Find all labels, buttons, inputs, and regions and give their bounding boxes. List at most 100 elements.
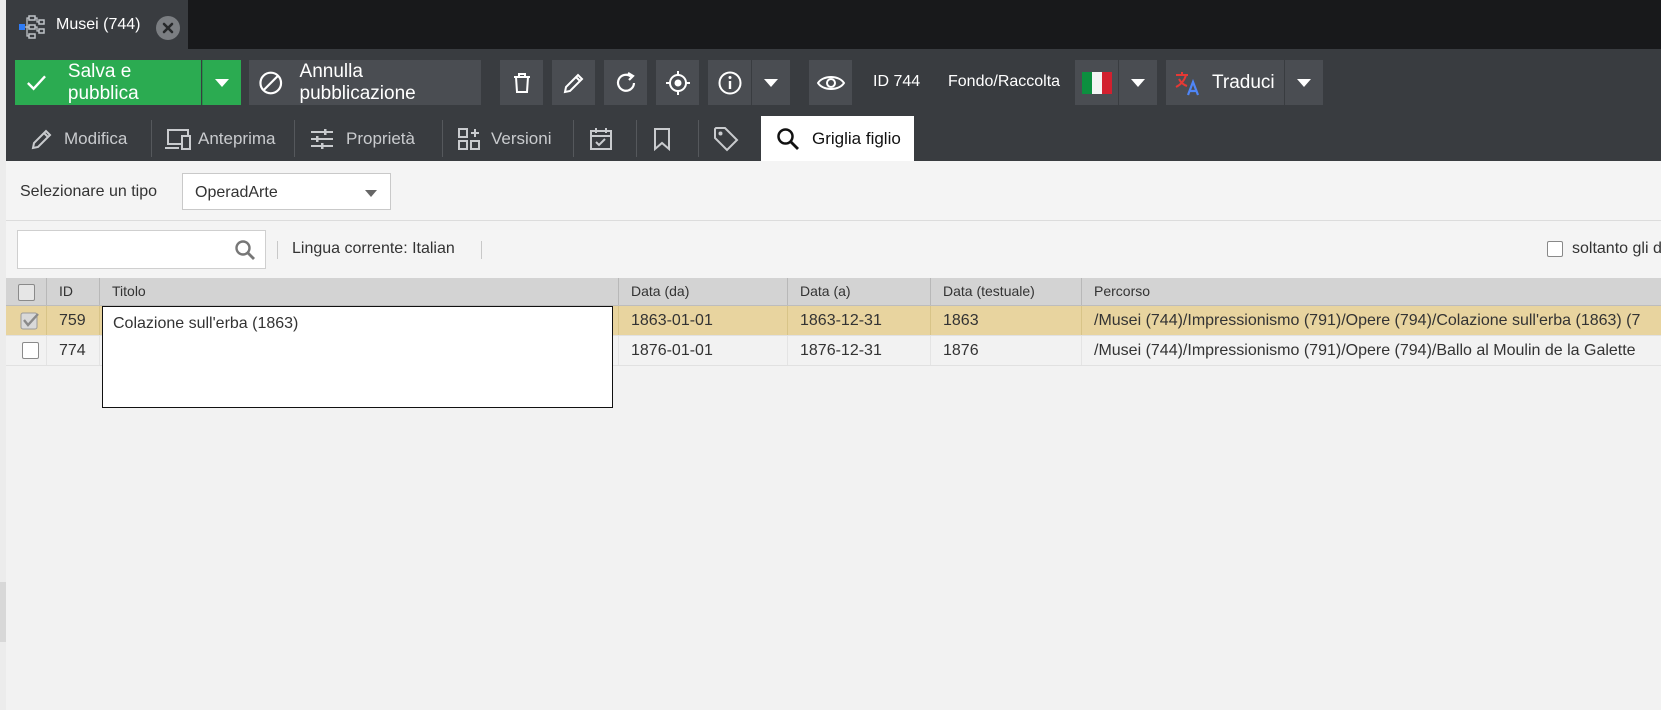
tab-griglia-figlio-label: Griglia figlio [812,128,901,148]
column-header-data-da[interactable]: Data (da) [619,278,788,305]
eye-icon [816,75,845,90]
column-header-titolo[interactable]: Titolo [100,278,619,305]
select-all-checkbox[interactable] [18,284,35,301]
cell-data-a: 1863-12-31 [788,306,931,335]
row-checkbox-checked[interactable] [20,311,40,331]
unpublish-button[interactable]: Annulla pubblicazione [249,60,481,105]
caret-down-icon [1131,78,1145,87]
language-dropdown[interactable] [1119,60,1157,105]
main-toolbar: Salva e pubblica Annulla pubblicazione I… [6,49,1661,116]
column-header-percorso[interactable]: Percorso [1082,278,1661,305]
type-select[interactable]: OperadArte [182,173,391,210]
cell-id: 774 [47,336,100,365]
only-filter-checkbox[interactable] [1547,241,1563,257]
unpublish-label: Annulla pubblicazione [299,60,416,104]
type-select-value: OperadArte [195,184,278,201]
tab-anteprima-label: Anteprima [198,128,276,148]
locate-button[interactable] [656,60,699,105]
info-button[interactable] [708,60,751,105]
preview-button[interactable] [809,60,852,105]
cell-percorso: /Musei (744)/Impressionismo (791)/Opere … [1094,342,1636,359]
tab-proprieta[interactable]: Proprietà [310,116,415,161]
bookmark-icon [654,127,670,151]
italian-flag-icon [1081,71,1112,94]
edit-button[interactable] [552,60,595,105]
tab-modifica[interactable]: Modifica [30,116,127,161]
cell-data-a: 1876-12-31 [788,336,931,365]
current-language-label: Lingua corrente: Italian [292,240,455,257]
caret-down-icon [365,190,377,197]
translate-icon [1175,71,1200,95]
cell-percorso: /Musei (744)/Impressionismo (791)/Opere … [1094,312,1641,329]
tab-divider [698,120,699,157]
tab-anteprima[interactable]: Anteprima [164,116,275,161]
save-publish-label: Salva e pubblica [67,60,139,104]
refresh-button[interactable] [604,60,647,105]
document-tab[interactable]: Musei (744) [6,0,188,49]
cell-id: 759 [47,306,100,335]
tab-versioni[interactable]: Versioni [457,116,551,161]
tab-divider [151,120,152,157]
document-id-label: ID 744 [873,73,921,90]
save-options-dropdown[interactable] [202,60,241,105]
cell-data-testuale: 1863 [931,306,1082,335]
crosshair-icon [665,70,690,95]
info-icon [718,71,741,94]
translate-button[interactable]: Traduci [1166,60,1284,105]
tab-tag[interactable] [713,116,739,161]
refresh-icon [616,71,635,92]
tag-icon [714,126,739,151]
devices-icon [165,128,191,150]
search-input[interactable] [17,230,266,269]
type-selector-label: Selezionare un tipo [20,183,157,200]
language-button[interactable] [1075,60,1118,105]
ban-icon [259,71,283,94]
fondo-raccolta-label: Fondo/Raccolta [948,73,1061,90]
tab-modifica-label: Modifica [64,128,128,148]
row-select-cell [6,336,47,365]
column-header-data-testuale[interactable]: Data (testuale) [931,278,1082,305]
column-header-data-a[interactable]: Data (a) [788,278,931,305]
row-select-cell [6,306,47,335]
translate-dropdown[interactable] [1285,60,1323,105]
search-icon[interactable] [234,239,256,261]
document-tab-bar: Musei (744) [6,0,1661,49]
row-checkbox[interactable] [22,342,39,359]
only-filter-label: soltanto gli d [1572,240,1661,257]
title-cell-editor-text: Colazione sull'erba (1863) [113,315,299,332]
grid-header: ID Titolo Data (da) Data (a) Data (testu… [6,278,1661,306]
tab-divider [442,120,443,157]
grid-plus-icon [458,127,480,150]
delete-button[interactable] [500,60,543,105]
close-icon[interactable] [156,16,180,40]
divider [277,241,278,259]
caret-down-icon [764,78,778,87]
tab-calendar[interactable] [589,116,613,161]
check-icon [27,75,46,90]
tab-versioni-label: Versioni [491,128,552,148]
grid-search-bar: Lingua corrente: Italian soltanto gli d [6,221,1661,278]
sliders-icon [311,128,333,149]
divider [481,241,482,259]
panel-resize-handle[interactable] [0,582,6,642]
caret-down-icon [215,78,229,87]
pencil-icon [31,129,52,149]
column-header-id[interactable]: ID [47,278,100,305]
select-all-cell [6,278,47,305]
editor-tabs: Modifica Anteprima Proprietà Versioni Gr… [6,116,1661,161]
info-dropdown[interactable] [752,60,790,105]
trash-icon [513,72,530,93]
tab-griglia-figlio[interactable]: Griglia figlio [761,116,914,161]
search-icon [777,127,799,150]
cell-data-testuale: 1876 [931,336,1082,365]
title-cell-editor[interactable]: Colazione sull'erba (1863) [102,306,613,408]
translate-label: Traduci [1212,71,1275,93]
document-tab-title: Musei (744) [56,16,141,33]
cell-data-da: 1863-01-01 [619,306,788,335]
tab-bookmark[interactable] [653,116,671,161]
tab-divider [573,120,574,157]
tab-divider [294,120,295,157]
save-publish-button[interactable]: Salva e pubblica [15,60,201,105]
type-selector-bar: Selezionare un tipo OperadArte [6,161,1661,221]
caret-down-icon [1297,78,1311,87]
